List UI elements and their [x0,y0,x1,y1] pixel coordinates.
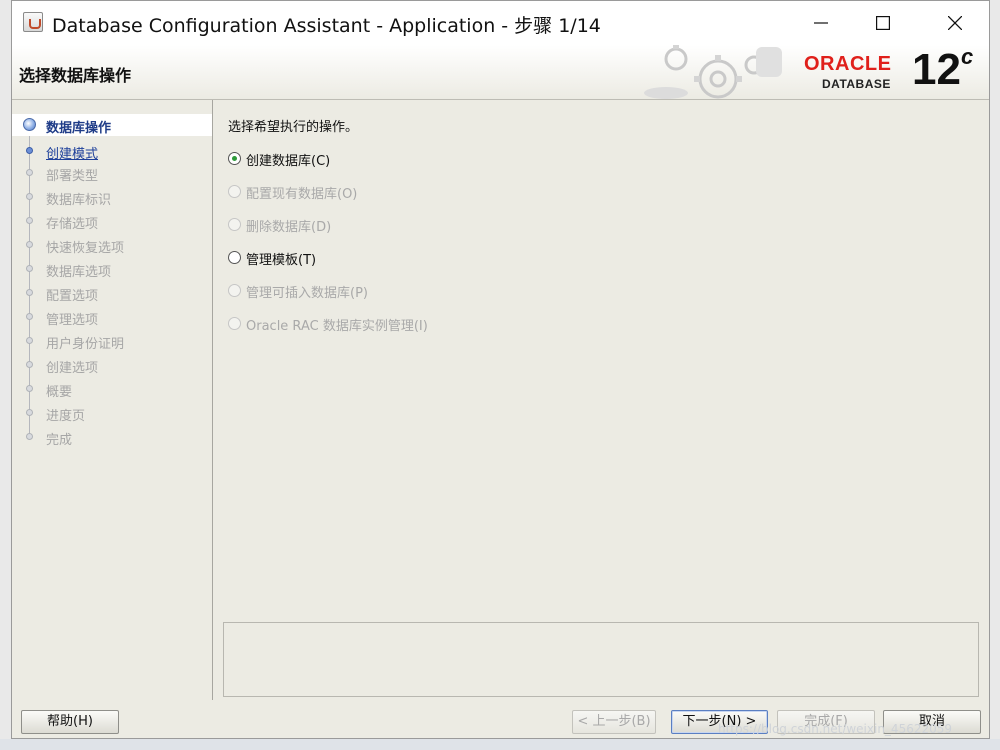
close-button[interactable] [932,1,978,45]
maximize-icon [876,16,890,30]
operation-prompt: 选择希望执行的操作。 [228,120,359,135]
step-dot-icon [26,241,33,248]
step-label: 完成 [46,433,73,448]
close-icon [948,16,962,30]
step-creation-mode[interactable]: 创建模式 [12,140,212,162]
step-label: 配置选项 [46,289,99,304]
step-dot-icon [26,193,33,200]
step-label: 存储选项 [46,217,99,232]
step-user-credentials: 用户身份证明 [12,330,212,352]
step-fast-recovery-options: 快速恢复选项 [12,234,212,256]
message-area [223,622,979,697]
gears-decoration-icon [644,45,782,99]
step-dot-icon [26,313,33,320]
step-label: 用户身份证明 [46,337,125,352]
step-dot-icon [26,217,33,224]
version-suffix: c [960,44,974,70]
step-dot-icon [26,385,33,392]
background-right-strip [990,0,1000,750]
radio-unchecked-icon[interactable] [228,251,241,264]
background-bottom-strip [0,739,1000,750]
version-number: 12 [912,45,961,94]
step-progress-page: 进度页 [12,402,212,424]
help-button[interactable]: 帮助(H) [21,710,119,734]
step-storage-options: 存储选项 [12,210,212,232]
step-label: 部署类型 [46,169,99,184]
radio-disabled-icon[interactable] [228,284,241,297]
step-configuration-options: 配置选项 [12,282,212,304]
dbca-window: Database Configuration Assistant - Appli… [11,0,990,739]
page-header: 选择数据库操作 ORACLE DATABASE 12c [12,45,989,100]
step-dot-icon [26,433,33,440]
step-label: 进度页 [46,409,86,424]
step-dot-icon [26,169,33,176]
java-app-icon [23,12,43,32]
step-database-operation[interactable]: 数据库操作 [12,114,212,136]
step-database-identification: 数据库标识 [12,186,212,208]
oracle-database-12c-logo: ORACLE DATABASE 12c [802,45,982,97]
step-finish: 完成 [12,426,212,448]
step-label: 快速恢复选项 [46,241,125,256]
page-title: 选择数据库操作 [19,66,132,85]
option-label: 管理模板(T) [246,253,317,268]
oracle-wordmark: ORACLE [804,53,892,75]
step-dot-icon [26,265,33,272]
step-dot-icon [26,289,33,296]
step-label: 创建模式 [46,147,99,162]
step-database-options: 数据库选项 [12,258,212,280]
step-label: 概要 [46,385,73,400]
option-label: 配置现有数据库(O) [246,187,358,202]
step-deployment-type: 部署类型 [12,162,212,184]
back-button[interactable]: < 上一步(B) [572,710,656,734]
radio-disabled-icon[interactable] [228,218,241,231]
title-bar[interactable]: Database Configuration Assistant - Appli… [12,1,989,45]
minimize-icon [814,22,828,24]
step-dot-icon [26,337,33,344]
version-mark: 12c [912,45,973,94]
database-wordmark: DATABASE [822,77,891,91]
radio-checked-icon[interactable] [228,152,241,165]
minimize-button[interactable] [798,1,844,45]
option-label: 删除数据库(D) [246,220,332,235]
radio-disabled-icon[interactable] [228,317,241,330]
window-title: Database Configuration Assistant - Appli… [52,15,601,37]
step-summary: 概要 [12,378,212,400]
step-label: 数据库选项 [46,265,112,280]
maximize-button[interactable] [860,1,906,45]
step-creation-options: 创建选项 [12,354,212,376]
step-label: 数据库标识 [46,193,112,208]
step-dot-icon [26,409,33,416]
step-dot-icon [26,361,33,368]
option-label: 创建数据库(C) [246,154,331,169]
step-label: 数据库操作 [46,121,112,136]
option-label: Oracle RAC 数据库实例管理(I) [246,319,428,334]
main-content: 选择希望执行的操作。 创建数据库(C) 配置现有数据库(O) 删除数据库(D) … [213,100,989,700]
option-label: 管理可插入数据库(P) [246,286,368,301]
step-dot-icon [26,147,33,154]
radio-disabled-icon[interactable] [228,185,241,198]
step-current-icon [23,118,36,131]
step-label: 创建选项 [46,361,99,376]
step-label: 管理选项 [46,313,99,328]
background-left-strip [0,0,11,750]
step-management-options: 管理选项 [12,306,212,328]
steps-sidebar: 数据库操作 创建模式 部署类型 数据库标识 存储选项 快速恢复选项 数据库选项 [12,100,213,700]
watermark-text: https://blog.csdn.net/weixin_45622059 [718,722,953,736]
